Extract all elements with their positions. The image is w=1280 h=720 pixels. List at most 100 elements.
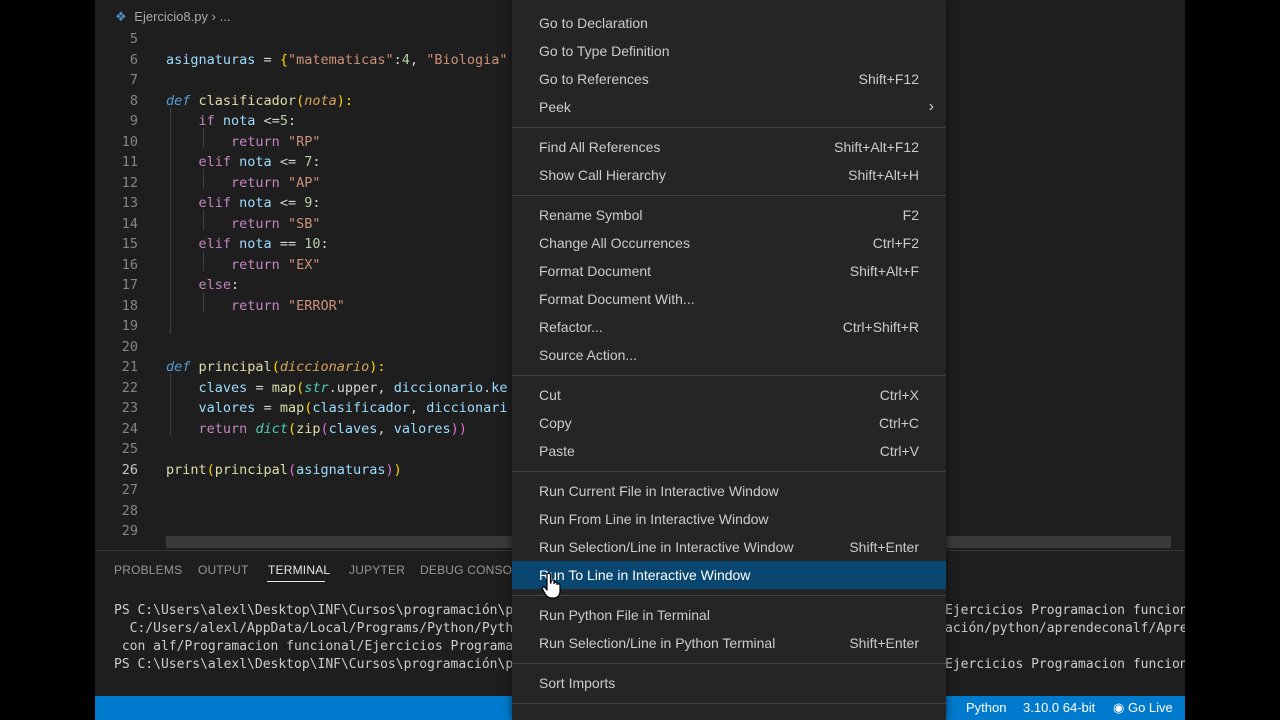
tab-terminal[interactable]: TERMINAL [268, 563, 330, 577]
code-text: def clasificador(nota): [166, 91, 353, 112]
menu-item-label: Go to Type Definition [539, 43, 670, 59]
code-token: "AP" [287, 174, 321, 191]
code-token: ): [336, 92, 353, 109]
menu-item-shortcut: F2 [902, 207, 919, 223]
menu-item-label: Refactor... [539, 319, 603, 335]
menu-item-paste[interactable]: Paste Ctrl+V [512, 437, 946, 465]
menu-item-show-call-hierarchy[interactable]: Show Call Hierarchy Shift+Alt+H [512, 161, 946, 189]
menu-item-go-to-declaration[interactable]: Go to Declaration [512, 9, 946, 37]
menu-item-find-all-references[interactable]: Find All References Shift+Alt+F12 [512, 133, 946, 161]
line-number: 18 [121, 297, 138, 314]
line-number: 16 [121, 256, 138, 273]
menu-item-refactor[interactable]: Refactor... Ctrl+Shift+R [512, 313, 946, 341]
broadcast-icon: ◉ [1113, 700, 1125, 715]
terminal-line-right: Ejercicios Programacion funciona [945, 603, 1185, 618]
code-token: map [271, 379, 297, 396]
tab-output[interactable]: OUTPUT [198, 563, 249, 577]
menu-item-shortcut: Ctrl+C [878, 415, 919, 431]
code-token: = [263, 400, 272, 416]
menu-item-label: Go to Declaration [539, 15, 648, 31]
code-token: claves [198, 379, 248, 396]
tab-problems[interactable]: PROBLEMS [114, 563, 182, 577]
menu-item-label: Cut [539, 387, 561, 403]
status-go-live[interactable]: ◉ Go Live [1113, 700, 1173, 716]
line-number: 23 [121, 400, 138, 416]
menu-item-go-to-references[interactable]: Go to References Shift+F12 [512, 65, 946, 93]
menu-item-go-to-type-definition[interactable]: Go to Type Definition [512, 37, 946, 65]
code-token: ) [393, 461, 402, 478]
tab-jupyter[interactable]: JUPYTER [349, 563, 405, 577]
menu-separator [512, 127, 946, 128]
menu-item-label: Run Selection/Line in Interactive Window [539, 539, 794, 555]
code-token: elif [198, 195, 232, 211]
status-interpreter[interactable]: 3.10.0 64-bit [1023, 700, 1095, 715]
code-token: print [166, 461, 207, 478]
menu-item-label: Show Call Hierarchy [539, 167, 666, 183]
line-number: 5 [129, 31, 138, 47]
menu-item-label: Sort Imports [539, 675, 616, 691]
code-token: ( [320, 420, 329, 437]
menu-item-run-from-line-in-interactive-window[interactable]: Run From Line in Interactive Window [512, 505, 946, 533]
menu-item-format-document[interactable]: Format Document Shift+Alt+F [512, 257, 946, 285]
code-text: valores = map(clasificador, diccionari [166, 398, 508, 419]
code-text: else: [166, 275, 240, 296]
breadcrumb-separator: › [211, 9, 216, 24]
menu-item-cut[interactable]: Cut Ctrl+X [512, 381, 946, 409]
menu-item-run-current-file-in-interactive-window[interactable]: Run Current File in Interactive Window [512, 477, 946, 505]
code-token: map [279, 400, 305, 416]
menu-item-rename-symbol[interactable]: Rename Symbol F2 [512, 201, 946, 229]
menu-item-copy[interactable]: Copy Ctrl+C [512, 409, 946, 437]
menu-item-change-all-occurrences[interactable]: Change All Occurrences Ctrl+F2 [512, 229, 946, 257]
line-number: 20 [121, 338, 138, 355]
menu-item-run-selection-line-in-python-terminal[interactable]: Run Selection/Line in Python Terminal Shi… [512, 629, 946, 657]
code-token: )) [450, 420, 467, 437]
menu-item-run-python-file-in-terminal[interactable]: Run Python File in Terminal [512, 601, 946, 629]
terminal-line: PS C:\Users\alexl\Desktop\INF\Cursos\pro… [114, 657, 529, 672]
code-token: ) [385, 461, 394, 478]
menu-item-source-action[interactable]: Source Action... [512, 341, 946, 369]
code-token: principal [198, 359, 272, 375]
terminal-line-right: ación/python/aprendeconalf/Apren [945, 621, 1185, 636]
code-token: nota [304, 92, 337, 109]
status-language[interactable]: Python [966, 700, 1006, 715]
code-token: nota [222, 113, 256, 129]
code-text: def principal(diccionario): [166, 357, 386, 378]
line-number: 25 [121, 441, 138, 457]
code-token: return [231, 256, 280, 273]
menu-item-run-to-line-in-interactive-window[interactable]: Run To Line in Interactive Window [512, 561, 946, 589]
code-token: <= [279, 195, 297, 211]
terminal-line: PS C:\Users\alexl\Desktop\INF\Cursos\pro… [114, 603, 529, 618]
code-token: def [166, 359, 191, 375]
breadcrumb-file[interactable]: Ejercicio8.py [134, 9, 208, 24]
menu-item-format-document-with[interactable]: Format Document With... [512, 285, 946, 313]
menu-item-run-selection-line-in-interactive-window[interactable]: Run Selection/Line in Interactive Window… [512, 533, 946, 561]
code-token: zip [296, 420, 321, 437]
code-token: return [231, 133, 280, 150]
menu-item-label: Source Action... [539, 347, 638, 363]
line-number: 10 [121, 133, 138, 150]
line-number: 12 [121, 174, 138, 191]
code-token: valores [393, 420, 451, 437]
code-token: : [312, 195, 321, 211]
menu-item-shortcut: Shift+Alt+F [849, 263, 919, 279]
menu-item-label: Format Document With... [539, 291, 695, 307]
hand-cursor-icon [541, 572, 561, 599]
code-text: elif nota <= 7: [166, 152, 321, 173]
menu-item-sort-imports[interactable]: Sort Imports [512, 669, 946, 697]
menu-item-shortcut: Ctrl+F2 [872, 235, 919, 251]
code-token: diccionari [426, 400, 508, 416]
code-token: dict [255, 420, 288, 437]
menu-item-shortcut: Shift+Enter [849, 539, 919, 555]
code-token: clasificador [198, 92, 297, 109]
code-token: principal [214, 461, 288, 478]
line-number: 17 [121, 277, 138, 293]
menu-item-peek[interactable]: Peek › [512, 93, 946, 121]
line-number: 6 [129, 51, 138, 68]
code-token: "Biologia" [426, 51, 508, 68]
breadcrumb-more[interactable]: ... [220, 9, 231, 24]
menu-item-label: Rename Symbol [539, 207, 643, 223]
code-token: : [287, 113, 297, 129]
menu-item-shortcut: Shift+Alt+F12 [834, 139, 919, 155]
code-token: asignaturas [296, 461, 386, 478]
code-token: return [231, 297, 280, 314]
